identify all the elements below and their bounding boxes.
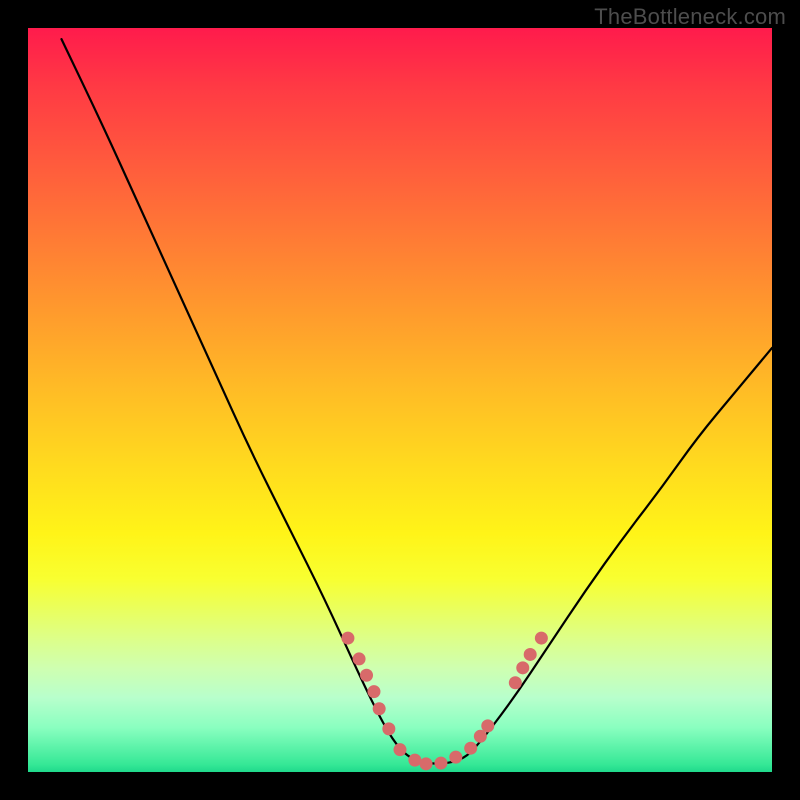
- curve-marker: [394, 743, 407, 756]
- curve-marker: [420, 757, 433, 770]
- curve-marker: [408, 754, 421, 767]
- curve-marker: [535, 632, 548, 645]
- curve-marker: [367, 685, 380, 698]
- curve-marker: [353, 652, 366, 665]
- curve-marker: [474, 730, 487, 743]
- curve-marker: [464, 742, 477, 755]
- bottleneck-curve: [61, 39, 772, 763]
- watermark-text: TheBottleneck.com: [594, 4, 786, 30]
- chart-frame: TheBottleneck.com: [0, 0, 800, 800]
- curve-marker: [360, 669, 373, 682]
- curve-marker: [516, 661, 529, 674]
- curve-marker: [481, 719, 494, 732]
- curve-marker: [373, 702, 386, 715]
- curve-marker: [341, 632, 354, 645]
- curve-marker: [382, 722, 395, 735]
- curve-marker: [509, 676, 522, 689]
- curve-marker: [434, 757, 447, 770]
- curve-marker: [449, 751, 462, 764]
- curve-marker: [524, 648, 537, 661]
- curve-layer: [28, 28, 772, 772]
